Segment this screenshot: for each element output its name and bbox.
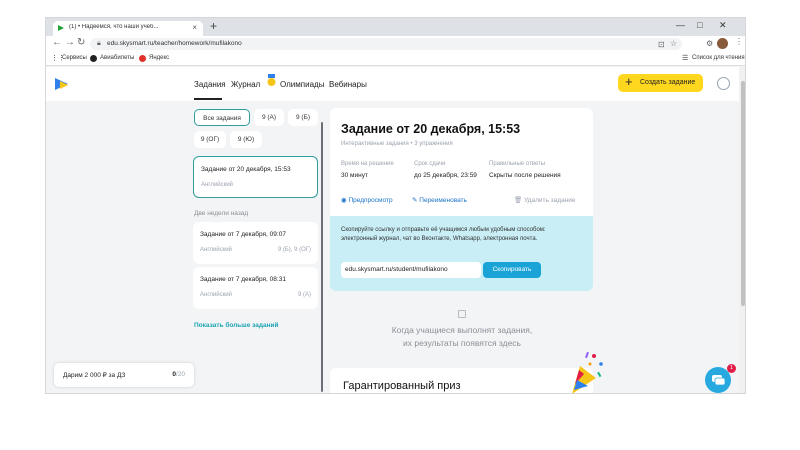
forward-icon[interactable]: →	[65, 37, 75, 48]
bookmarks-bar: ⋮⋮ Сервисы Авиабилеты Яндекс ☰ Список дл…	[46, 52, 745, 66]
browser-profile-avatar[interactable]	[717, 38, 728, 49]
deadline-value: до 25 декабря, 23:59	[414, 172, 477, 179]
bookmark-star-icon[interactable]: ☆	[670, 39, 677, 48]
preview-button[interactable]: ◉ Предпросмотр	[341, 196, 393, 204]
page-scrollbar[interactable]	[739, 67, 745, 393]
filter-9a[interactable]: 9 (А)	[254, 109, 284, 126]
copy-link-button[interactable]: Скопировать	[483, 262, 541, 278]
tab-bar: (1) • Надеемся, что наши учеб... × + — □…	[46, 18, 745, 36]
left-list-scrollbar[interactable]	[321, 122, 323, 392]
yandex-icon	[139, 55, 146, 62]
minimize-icon[interactable]: —	[676, 20, 685, 30]
chat-unread-badge: 1	[727, 364, 736, 373]
tab-title: (1) • Надеемся, что наши учеб...	[69, 24, 159, 30]
bookmark-services[interactable]: Сервисы	[62, 55, 87, 61]
assignment-title: Задание от 20 декабря, 15:53	[201, 166, 291, 173]
trash-icon: 🗑︎	[514, 197, 525, 204]
olympiad-medal-icon	[267, 74, 276, 86]
nav-journal[interactable]: Журнал	[231, 80, 260, 89]
delete-button[interactable]: 🗑︎ Удалить задание	[514, 196, 576, 204]
assignment-card[interactable]: Задание от 7 декабря, 09:07 Английский 9…	[193, 222, 318, 264]
party-popper-icon	[572, 351, 603, 393]
user-profile-icon[interactable]	[717, 77, 730, 90]
new-tab-button[interactable]: +	[210, 19, 217, 33]
share-link-panel: Скопируйте ссылку и отправьте её учащимс…	[330, 216, 593, 291]
filter-9og[interactable]: 9 (ОГ)	[194, 131, 226, 148]
nav-olympiads[interactable]: Олимпиады	[280, 80, 324, 89]
close-window-icon[interactable]: ✕	[719, 20, 727, 31]
rename-button[interactable]: ✎ Переименовать	[412, 196, 467, 204]
detail-subtitle: Интерактивные задания • 3 упражнения	[341, 141, 453, 147]
back-icon[interactable]: ←	[52, 37, 62, 48]
extensions-icon[interactable]: ⚙	[706, 39, 713, 48]
create-assignment-label: Создать задание	[640, 79, 696, 86]
browser-window: (1) • Надеемся, что наши учеб... × + — □…	[45, 17, 746, 394]
preview-label: Предпросмотр	[348, 197, 393, 204]
assignment-subject: Английский	[201, 182, 233, 188]
address-bar[interactable]: 🔒︎ edu.skysmart.ru/teacher/homework/mufi…	[90, 38, 682, 50]
aviabilety-icon	[90, 55, 97, 62]
empty-state-text: Когда учащиеся выполнят задания, их резу…	[346, 324, 578, 350]
reading-list-icon: ☰	[682, 55, 689, 62]
assignment-subject: Английский	[200, 292, 232, 298]
share-instructions: Скопируйте ссылку и отправьте её учащимс…	[341, 227, 546, 242]
assignment-card[interactable]: Задание от 7 декабря, 08:31 Английский 9…	[193, 267, 318, 309]
skysmart-favicon-icon	[58, 25, 64, 31]
plus-icon: +	[625, 74, 633, 89]
close-tab-icon[interactable]: ×	[192, 23, 197, 32]
bonus-total: /20	[175, 371, 185, 378]
section-label: Две недели назад	[194, 210, 249, 217]
site-header: Задания Журнал Олимпиады Вебинары + Созд…	[46, 67, 739, 101]
assignment-subject: Английский	[200, 247, 232, 253]
answers-label: Правильные ответы	[489, 161, 546, 167]
time-label: Время на решение	[341, 161, 394, 167]
assignment-card-active[interactable]: Задание от 20 декабря, 15:53 Английский	[193, 156, 318, 198]
prize-card[interactable]: Гарантированный приз	[330, 368, 593, 393]
bonus-banner[interactable]: Дарим 2 000 ₽ за ДЗ 0/20	[54, 363, 194, 387]
install-app-icon[interactable]: ⊡	[658, 40, 665, 49]
filter-9b[interactable]: 9 (Б)	[288, 109, 318, 126]
show-more-link[interactable]: Показать больше заданий	[194, 322, 279, 329]
bookmark-aviabilety[interactable]: Авиабилеты	[100, 55, 134, 61]
detail-title: Задание от 20 декабря, 15:53	[341, 122, 521, 136]
filter-9yu[interactable]: 9 (Ю)	[230, 131, 262, 148]
deadline-label: Срок сдачи	[414, 161, 446, 167]
student-link-field[interactable]: edu.skysmart.ru/student/mufilakono	[341, 262, 481, 278]
empty-state-line-2: их результаты появятся здесь	[403, 338, 521, 348]
assignment-detail-card: Задание от 20 декабря, 15:53 Интерактивн…	[330, 108, 593, 291]
assignment-classes: 9 (Б), 9 (ОГ)	[277, 247, 311, 253]
lock-icon: 🔒︎	[97, 40, 101, 47]
maximize-icon[interactable]: □	[697, 20, 702, 30]
results-empty-icon	[458, 310, 466, 318]
reload-icon[interactable]: ↻	[77, 37, 85, 48]
bonus-label: Дарим 2 000 ₽ за ДЗ	[63, 372, 126, 379]
nav-assignments[interactable]: Задания	[194, 80, 226, 89]
assignment-title: Задание от 7 декабря, 08:31	[200, 276, 286, 283]
browser-menu-icon[interactable]: ⋮	[735, 37, 743, 46]
answers-value: Скрыты после решения	[489, 172, 561, 179]
browser-tab[interactable]: (1) • Надеемся, что наши учеб... ×	[53, 21, 203, 36]
assignment-classes: 9 (А)	[297, 292, 311, 298]
bonus-progress: 0/20	[172, 371, 185, 378]
active-nav-indicator	[194, 98, 222, 100]
page-scrollbar-thumb[interactable]	[741, 81, 745, 306]
bookmark-yandex[interactable]: Яндекс	[149, 55, 169, 61]
filter-all[interactable]: Все задания	[194, 109, 250, 126]
assignment-title: Задание от 7 декабря, 09:07	[200, 231, 286, 238]
reading-list[interactable]: Список для чтения	[692, 55, 745, 61]
prize-title: Гарантированный приз	[343, 380, 461, 392]
delete-label: Удалить задание	[524, 197, 576, 204]
url-text: edu.skysmart.ru/teacher/homework/mufilak…	[107, 40, 242, 47]
rename-label: Переименовать	[419, 197, 467, 204]
skysmart-logo-accent	[60, 81, 68, 89]
create-assignment-button[interactable]: + Создать задание	[618, 74, 703, 92]
time-value: 30 минут	[341, 172, 368, 179]
browser-toolbar: ← → ↻ 🔒︎ edu.skysmart.ru/teacher/homewor…	[46, 36, 745, 52]
empty-state-line-1: Когда учащиеся выполнят задания,	[391, 325, 533, 335]
nav-webinars[interactable]: Вебинары	[329, 80, 367, 89]
